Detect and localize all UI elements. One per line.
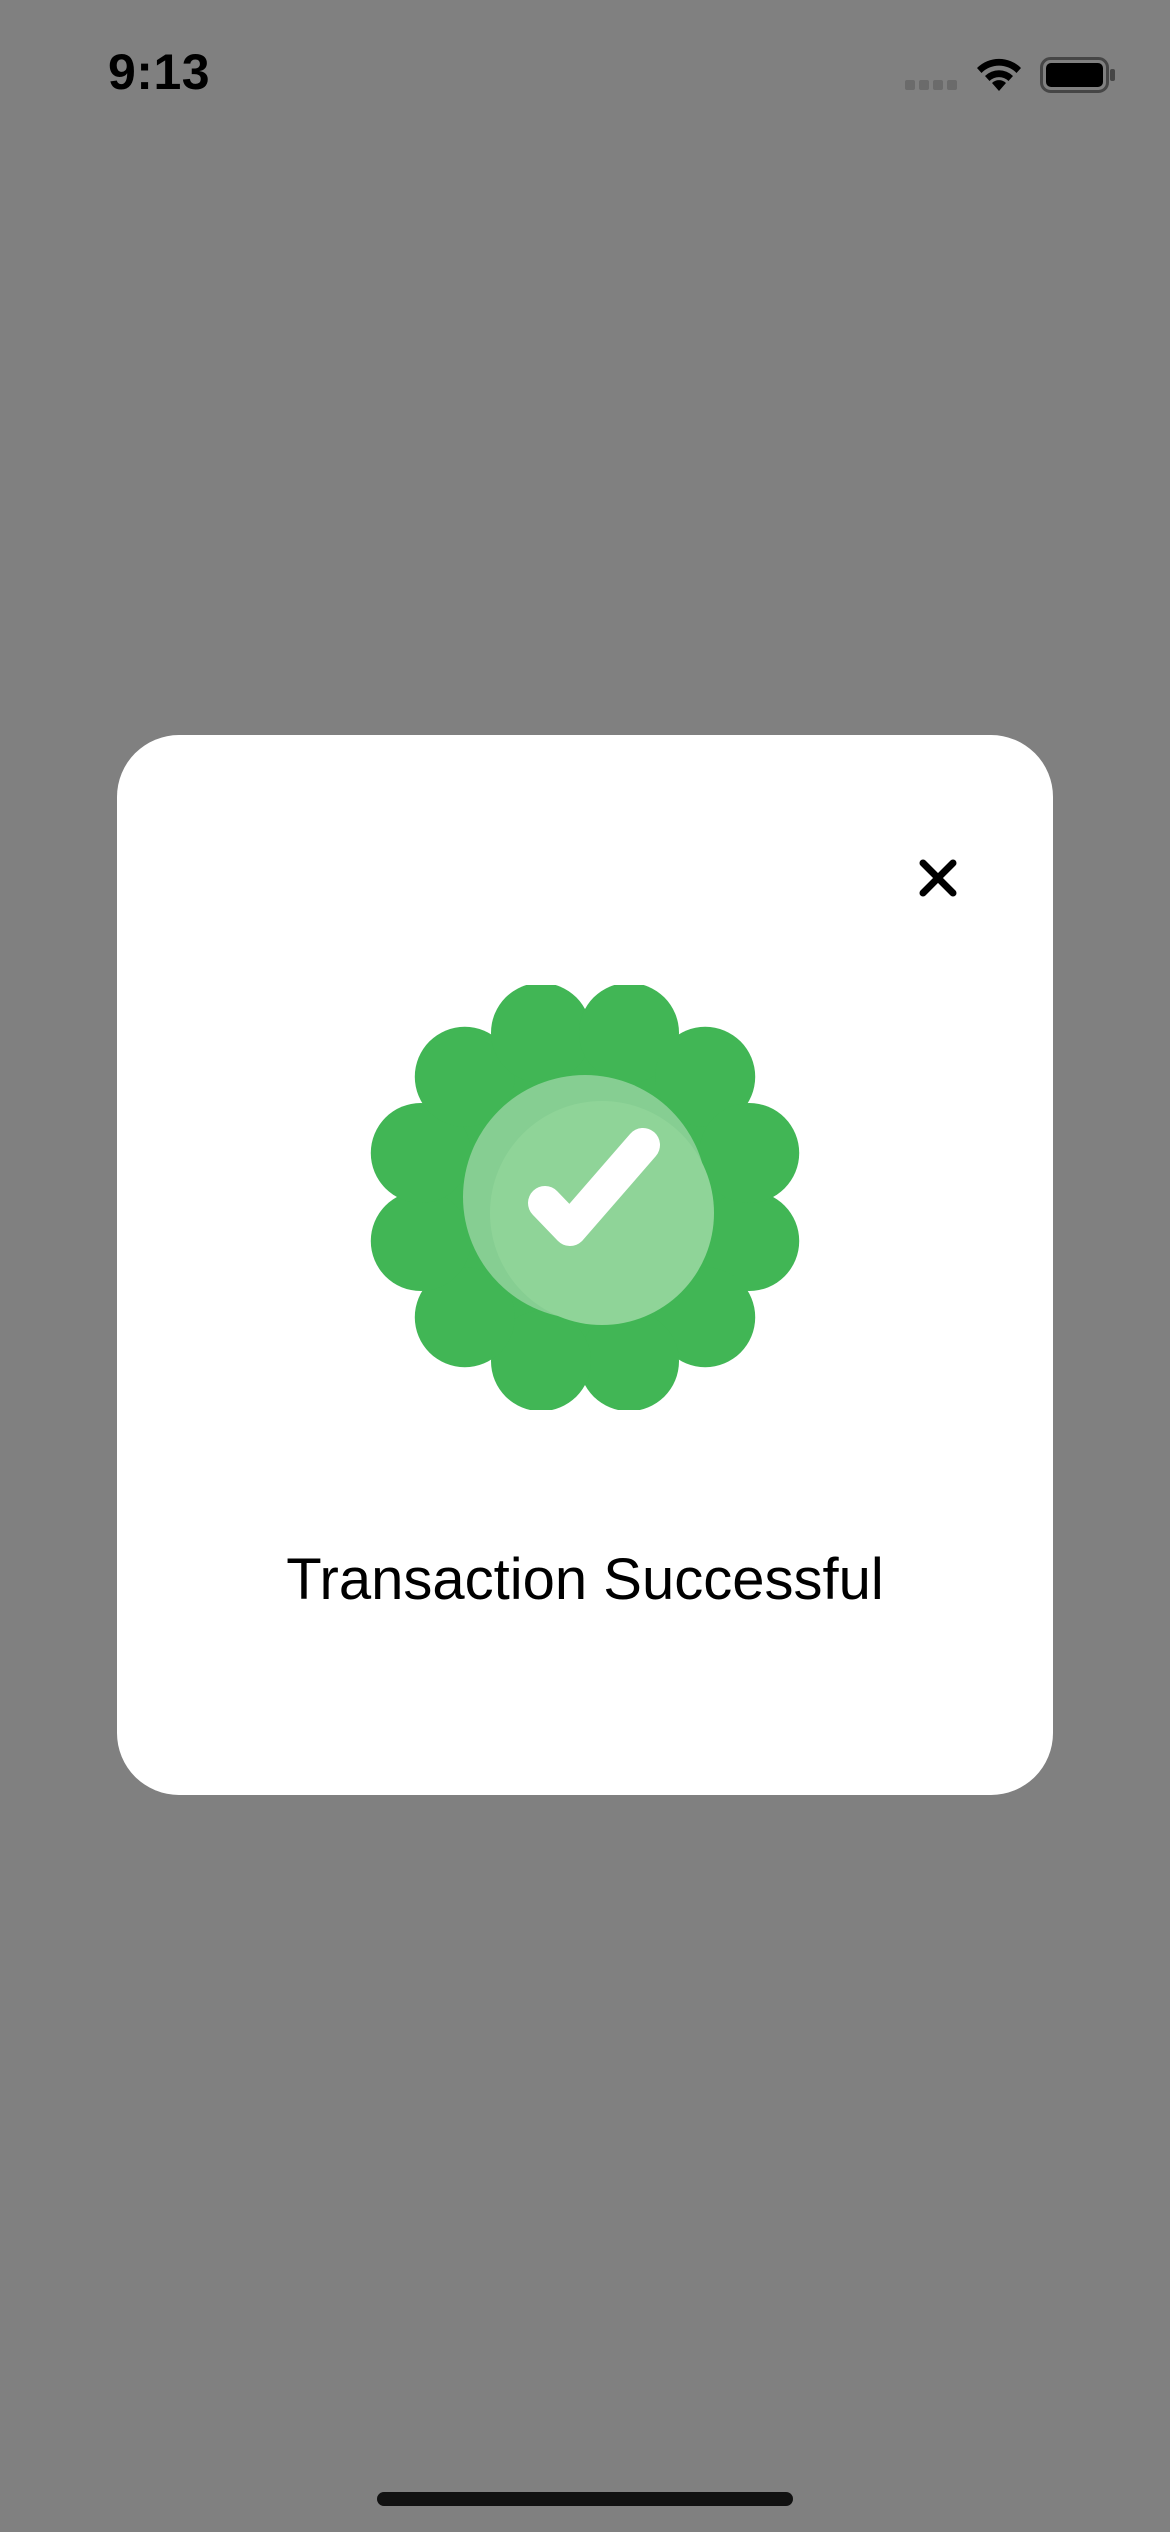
success-badge-check-icon: [370, 985, 800, 1410]
badge-scallop: [370, 1191, 471, 1291]
close-button[interactable]: [905, 845, 971, 911]
badge-scallop: [579, 1311, 679, 1410]
badge-scallop: [491, 985, 591, 1083]
badge-scallop: [699, 1103, 800, 1203]
cellular-signal-icon: [905, 80, 957, 90]
home-indicator[interactable]: [377, 2492, 793, 2506]
wifi-icon: [977, 58, 1021, 91]
status-bar: 9:13: [0, 0, 1170, 150]
status-time: 9:13: [108, 44, 211, 100]
battery-icon: [1040, 57, 1115, 93]
transaction-status-message: Transaction Successful: [286, 1547, 884, 1612]
close-icon: [919, 859, 957, 897]
